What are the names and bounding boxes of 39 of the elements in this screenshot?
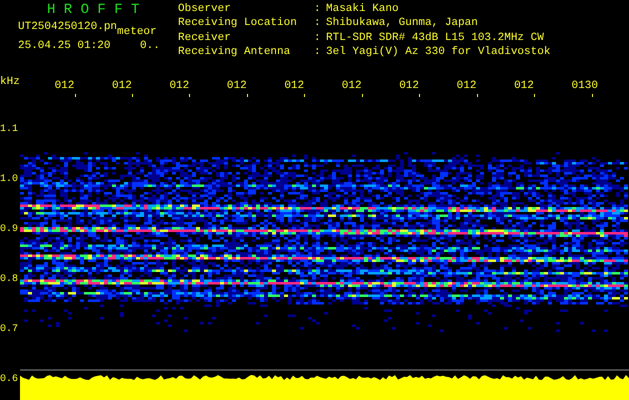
tick-mark [534,94,536,97]
info-value: 3el Yagi(V) Az 330 for Vladivostok [326,46,550,60]
timestamp: 25.04.25 01:20 [18,40,112,52]
time-label: 012 [514,80,534,92]
count-label: 0.. [140,40,160,52]
info-label: Receiving Antenna [178,46,292,60]
info-value: RTL-SDR SDR# 43dB L15 103.2MHz CW [326,32,545,46]
frequency-label: 0.8 [0,275,18,285]
tick-mark [362,94,363,97]
app-title: H R O F F T [47,3,140,17]
frequency-label: 0.9 [0,225,18,235]
tick-mark [246,94,248,97]
time-label: 012 [342,80,362,92]
time-label: 012 [112,80,132,92]
time-label: 012 [169,80,190,92]
info-label: Receiver [178,32,232,46]
time-label: 012 [54,80,74,92]
tick-mark [132,94,134,97]
frequency-label: 1.1 [0,125,18,135]
time-label: 012 [399,80,420,92]
file-tag: meteor [117,26,157,38]
file-name: UT2504250120.pn [18,21,118,33]
info-separator: : [314,46,322,60]
frequency-label: 1.0 [0,175,18,185]
tick-mark [419,94,420,97]
time-label: 012 [226,80,247,92]
info-value: Shibukawa, Gunma, Japan [326,17,479,32]
info-separator: : [314,32,322,46]
info-separator: : [314,17,322,32]
frequency-label: 0.6 [0,375,18,385]
info-separator: : [314,3,322,17]
time-label: 012 [456,80,476,92]
frequency-label: 0.7 [0,325,18,335]
info-label: Receiving Location [178,17,298,32]
time-label: 012 [284,80,304,92]
time-label: 0130 [572,80,598,92]
info-value: Masaki Kano [326,3,400,17]
info-label: Observer [178,3,232,17]
frequency-unit: kHz [0,76,21,90]
